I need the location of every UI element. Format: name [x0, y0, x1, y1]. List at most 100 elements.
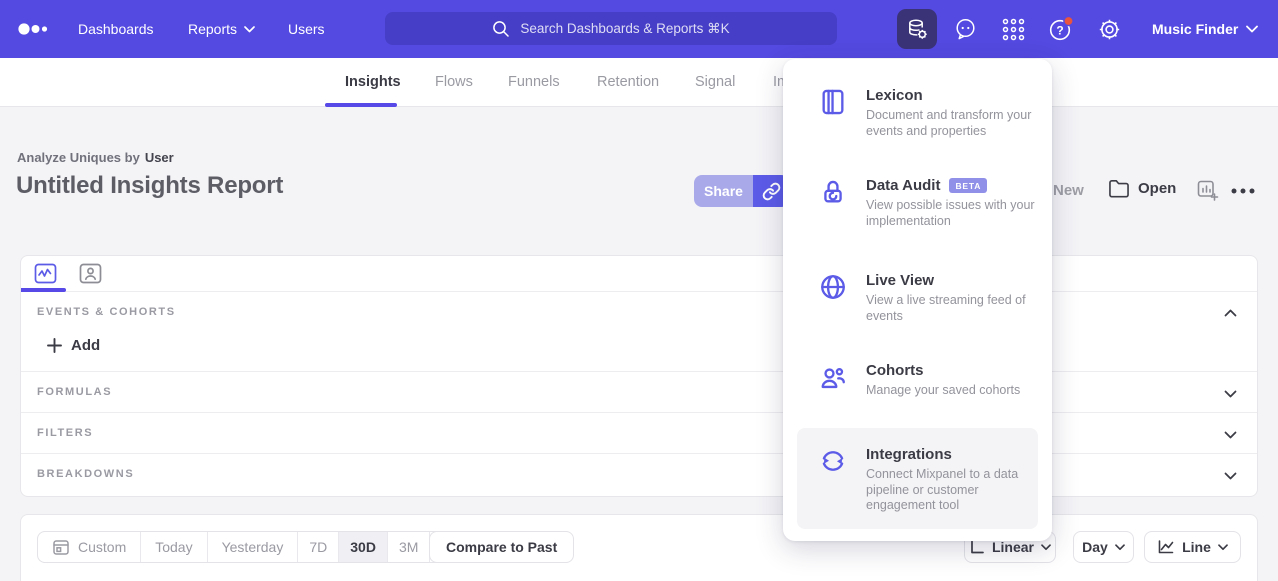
interval-select[interactable]: Day	[1073, 531, 1134, 563]
tab-funnels[interactable]: Funnels	[508, 58, 560, 107]
tab-flows[interactable]: Flows	[435, 58, 473, 107]
chevron-down-icon	[1224, 472, 1237, 480]
expand-section-button[interactable]	[1224, 385, 1237, 403]
nav-reports[interactable]: Reports	[188, 0, 255, 58]
chevron-down-icon	[1224, 431, 1237, 439]
range-30d[interactable]: 30D	[338, 532, 387, 562]
interval-label: Day	[1082, 539, 1108, 555]
section-formulas: FORMULAS	[21, 372, 1257, 413]
line-chart-icon	[1157, 539, 1175, 555]
builder-view-tabs	[21, 256, 1257, 292]
tab-retention[interactable]: Retention	[597, 58, 659, 107]
chevron-down-icon	[1224, 390, 1237, 398]
compare-to-past-button[interactable]: Compare to Past	[429, 531, 574, 563]
query-builder-card: EVENTS & COHORTS Add FORMULAS FILTERS BR…	[20, 255, 1258, 497]
menu-item-text: Integrations Connect Mixpanel to a data …	[866, 446, 1040, 514]
menu-item-title: Cohorts	[866, 362, 1040, 379]
integrations-sync-icon	[819, 447, 847, 475]
axes-icon	[969, 539, 985, 555]
menu-item-integrations[interactable]: Integrations Connect Mixpanel to a data …	[819, 446, 1040, 514]
menu-item-text: Live View View a live streaming feed of …	[866, 272, 1040, 324]
menu-item-description: View possible issues with your implement…	[866, 198, 1040, 229]
chart-type-select[interactable]: Line	[1144, 531, 1241, 563]
chevron-down-icon	[1041, 544, 1051, 551]
active-tab-underline	[325, 103, 397, 107]
menu-item-data-audit[interactable]: Data Audit BETA View possible issues wit…	[819, 177, 1040, 229]
tab-signal[interactable]: Signal	[695, 58, 735, 107]
page-title[interactable]: Untitled Insights Report	[16, 172, 283, 200]
apps-button[interactable]	[1000, 16, 1026, 42]
speech-bubble-icon	[953, 17, 978, 42]
range-today[interactable]: Today	[140, 532, 206, 562]
open-report-button[interactable]: Open	[1108, 179, 1176, 198]
help-button[interactable]: ?	[1046, 14, 1076, 44]
beta-badge: BETA	[949, 178, 987, 193]
section-label: FILTERS	[37, 427, 93, 439]
workspace-name: Music Finder	[1152, 21, 1238, 37]
calendar-icon	[52, 538, 70, 556]
nav-users[interactable]: Users	[288, 0, 325, 58]
collapse-section-button[interactable]	[1224, 304, 1237, 322]
range-label: Custom	[78, 539, 126, 555]
add-label: Add	[71, 337, 100, 354]
search-input[interactable]: Search Dashboards & Reports ⌘K	[385, 12, 837, 45]
search-icon	[492, 20, 510, 38]
help-question-icon: ?	[1046, 14, 1076, 44]
user-profile-icon	[79, 263, 102, 284]
feedback-button[interactable]	[952, 16, 978, 42]
database-gear-icon	[906, 18, 929, 41]
apps-grid-icon	[1001, 17, 1026, 42]
range-yesterday[interactable]: Yesterday	[207, 532, 298, 562]
section-filters: FILTERS	[21, 413, 1257, 454]
menu-item-description: Manage your saved cohorts	[866, 383, 1040, 399]
analyze-value[interactable]: User	[145, 150, 174, 165]
menu-item-lexicon[interactable]: Lexicon Document and transform your even…	[819, 87, 1040, 139]
range-7d[interactable]: 7D	[297, 532, 338, 562]
expand-section-button[interactable]	[1224, 426, 1237, 444]
menu-item-text: Cohorts Manage your saved cohorts	[866, 362, 1040, 399]
menu-item-description: Document and transform your events and p…	[866, 108, 1040, 139]
range-3m[interactable]: 3M	[387, 532, 429, 562]
menu-item-title: Lexicon	[866, 87, 1040, 104]
menu-item-title: Data Audit BETA	[866, 177, 1040, 194]
tab-insights[interactable]: Insights	[345, 58, 401, 107]
lexicon-book-icon	[819, 88, 847, 116]
live-view-globe-icon	[819, 273, 847, 301]
range-custom[interactable]: Custom	[38, 532, 140, 562]
nav-dashboards-label: Dashboards	[78, 0, 154, 58]
data-management-button[interactable]	[897, 9, 937, 49]
nav-dashboards[interactable]: Dashboards	[78, 0, 154, 58]
section-breakdowns: BREAKDOWNS	[21, 454, 1257, 495]
menu-item-text: Lexicon Document and transform your even…	[866, 87, 1040, 139]
share-button[interactable]: Share	[694, 175, 753, 207]
menu-item-description: Connect Mixpanel to a data pipeline or c…	[866, 467, 1040, 514]
chevron-down-icon	[1218, 544, 1228, 551]
new-report-button[interactable]: New	[1053, 181, 1084, 201]
expand-section-button[interactable]	[1224, 467, 1237, 485]
chevron-up-icon	[1224, 309, 1237, 317]
section-label: EVENTS & COHORTS	[37, 306, 176, 318]
open-label: Open	[1138, 180, 1176, 197]
events-view-tab[interactable]	[34, 263, 57, 289]
add-event-button[interactable]: Add	[47, 337, 100, 354]
data-management-dropdown: Lexicon Document and transform your even…	[783, 59, 1052, 541]
section-label: BREAKDOWNS	[37, 468, 134, 480]
data-audit-lock-icon	[819, 178, 847, 206]
mixpanel-logo-icon[interactable]	[18, 18, 58, 40]
svg-text:?: ?	[1056, 24, 1063, 38]
share-split-button[interactable]: Share	[694, 175, 789, 207]
nav-reports-label: Reports	[188, 0, 237, 58]
more-options-button[interactable]	[1230, 184, 1256, 198]
notification-dot	[1064, 16, 1073, 25]
menu-item-live-view[interactable]: Live View View a live streaming feed of …	[819, 272, 1040, 324]
workspace-switcher[interactable]: Music Finder	[1152, 0, 1258, 58]
menu-item-cohorts[interactable]: Cohorts Manage your saved cohorts	[819, 362, 1040, 399]
profiles-view-tab[interactable]	[79, 263, 102, 289]
analyze-breadcrumb: Analyze Uniques byUser	[17, 150, 174, 165]
link-icon	[762, 182, 781, 201]
chart-pulse-icon	[34, 263, 57, 284]
settings-button[interactable]	[1096, 16, 1122, 42]
add-to-dashboard-button[interactable]	[1197, 180, 1219, 202]
chart-type-label: Line	[1182, 539, 1211, 555]
scale-label: Linear	[992, 539, 1034, 555]
